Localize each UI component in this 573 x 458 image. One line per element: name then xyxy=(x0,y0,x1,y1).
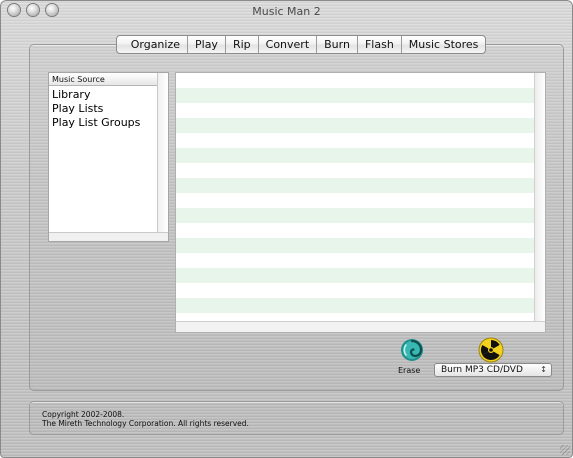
burn-format-selected: Burn MP3 CD/DVD xyxy=(441,365,523,375)
track-list-horizontal-scrollbar[interactable] xyxy=(176,321,545,332)
erase-label: Erase xyxy=(398,366,421,375)
source-item-play-list-groups[interactable]: Play List Groups xyxy=(52,116,140,130)
tab-organize[interactable]: Organize xyxy=(117,36,187,53)
tab-burn[interactable]: Burn xyxy=(316,36,357,53)
track-list-rows[interactable] xyxy=(176,73,534,321)
mode-tabs: Organize Play Rip Convert Burn Flash Mus… xyxy=(116,35,487,54)
track-list-vertical-scrollbar[interactable] xyxy=(534,73,545,321)
source-item-play-lists[interactable]: Play Lists xyxy=(52,102,140,116)
resize-grip-icon[interactable] xyxy=(560,445,570,455)
tab-music-stores[interactable]: Music Stores xyxy=(400,36,486,53)
window-title: Music Man 2 xyxy=(252,5,321,18)
tab-play[interactable]: Play xyxy=(187,36,225,53)
app-window: Music Man 2 Organize Play Rip Convert Bu… xyxy=(0,0,573,458)
tab-rip[interactable]: Rip xyxy=(224,36,258,53)
source-horizontal-scrollbar[interactable] xyxy=(49,232,168,241)
select-arrows-icon: ↕ xyxy=(540,365,547,374)
erase-swirl-icon[interactable] xyxy=(400,338,424,362)
music-source-items: Library Play Lists Play List Groups xyxy=(52,88,140,130)
copyright-line-2: The Mireth Technology Corporation. All r… xyxy=(42,419,249,428)
source-item-library[interactable]: Library xyxy=(52,88,140,102)
copyright-text: Copyright 2002-2008. The Mireth Technolo… xyxy=(42,410,249,428)
music-source-header[interactable]: Music Source xyxy=(49,73,157,86)
titlebar[interactable]: Music Man 2 xyxy=(0,0,573,22)
track-list[interactable] xyxy=(175,72,546,333)
tab-convert[interactable]: Convert xyxy=(257,36,317,53)
footer-panel: Copyright 2002-2008. The Mireth Technolo… xyxy=(29,401,564,435)
copyright-line-1: Copyright 2002-2008. xyxy=(42,410,125,419)
music-source-list[interactable]: Music Source Library Play Lists Play Lis… xyxy=(48,72,169,242)
burn-format-select[interactable]: Burn MP3 CD/DVD ↕ xyxy=(434,363,552,377)
radioactive-icon[interactable] xyxy=(478,337,504,363)
tab-flash[interactable]: Flash xyxy=(356,36,401,53)
source-vertical-scrollbar[interactable] xyxy=(157,73,168,232)
